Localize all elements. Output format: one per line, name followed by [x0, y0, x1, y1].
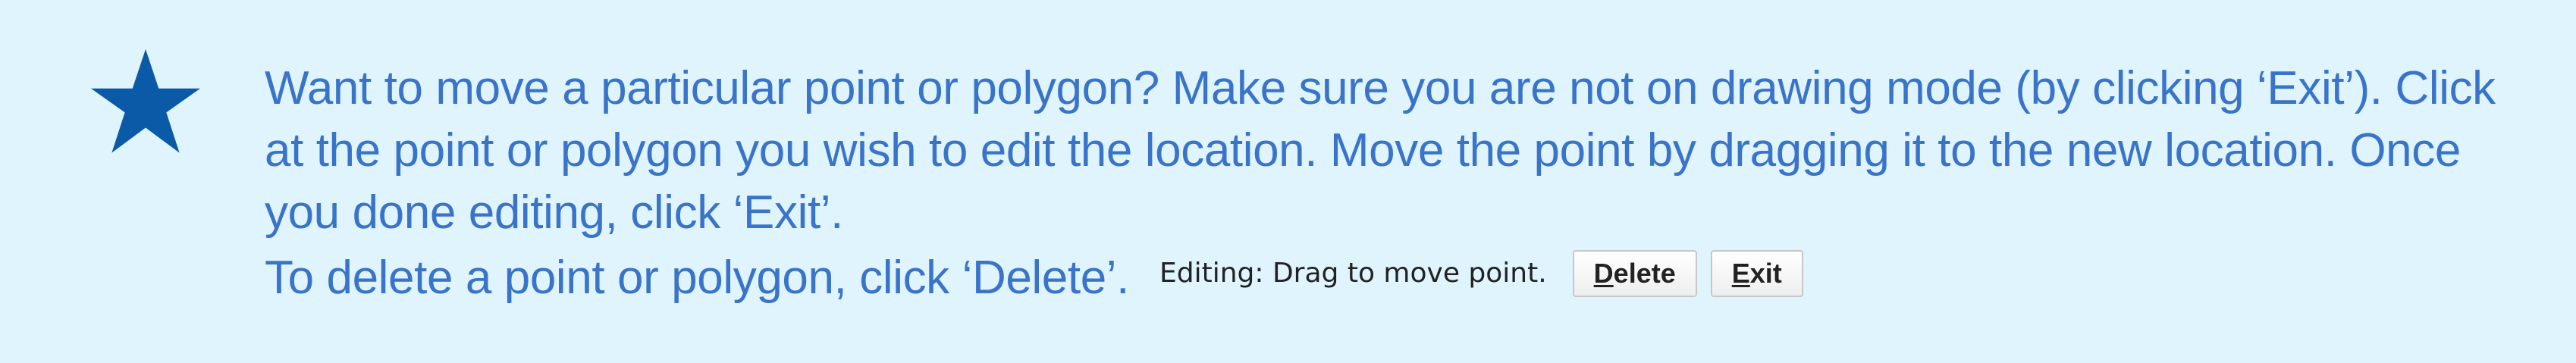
exit-button[interactable]: Exit: [1710, 250, 1803, 297]
delete-instructions: To delete a point or polygon, click ‘Del…: [265, 252, 1129, 304]
exit-button-accel: E: [1731, 258, 1750, 289]
star-shape: [91, 49, 200, 153]
editing-status-text: Editing: Drag to move point.: [1159, 258, 1547, 289]
delete-instruction-row: To delete a point or polygon, click ‘Del…: [265, 246, 2540, 311]
star-icon: [89, 47, 202, 156]
delete-button-accel: D: [1593, 258, 1614, 289]
instruction-block: Want to move a particular point or polyg…: [265, 58, 2540, 311]
delete-button-label: elete: [1613, 258, 1676, 289]
edit-instructions: Want to move a particular point or polyg…: [265, 62, 2496, 239]
delete-button[interactable]: Delete: [1572, 250, 1697, 297]
exit-button-label: xit: [1749, 258, 1782, 289]
